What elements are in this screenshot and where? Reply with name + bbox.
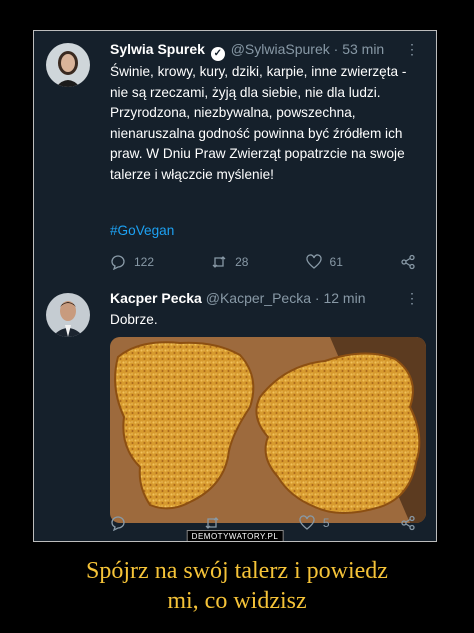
reply-count: 122 bbox=[134, 255, 155, 269]
caption-line-2: mi, co widzisz bbox=[167, 588, 307, 614]
author-name[interactable]: Sylwia Spurek bbox=[110, 41, 205, 57]
more-options-icon[interactable]: ⋮ bbox=[405, 290, 420, 307]
author-name[interactable]: Kacper Pecka bbox=[110, 290, 202, 306]
tweet-text: Świnie, krowy, kury, dziki, karpie, inne… bbox=[110, 62, 424, 185]
retweet-count: 28 bbox=[235, 255, 249, 269]
reply-icon bbox=[111, 255, 125, 270]
retweet-icon bbox=[205, 517, 219, 529]
share-icon bbox=[401, 254, 415, 270]
share-button[interactable] bbox=[400, 513, 416, 533]
more-options-icon[interactable]: ⋮ bbox=[405, 41, 420, 58]
heart-icon bbox=[305, 254, 322, 269]
reply-button[interactable] bbox=[110, 513, 134, 533]
like-button[interactable]: 61 bbox=[305, 252, 343, 272]
demotivator-frame: Sylwia Spurek ✓ @SylwiaSpurek · 53 min ⋮… bbox=[33, 30, 437, 542]
like-button[interactable]: 5 bbox=[299, 513, 330, 533]
like-count: 5 bbox=[322, 516, 330, 530]
tweet-body: Dobrze. bbox=[110, 312, 158, 327]
tweet-header: Sylwia Spurek ✓ @SylwiaSpurek · 53 min ⋮ bbox=[110, 41, 428, 61]
watermark: DEMOTYWATORY.PL bbox=[186, 530, 284, 541]
tweet-body: Świnie, krowy, kury, dziki, karpie, inne… bbox=[110, 64, 407, 182]
timestamp[interactable]: · 53 min bbox=[334, 41, 385, 57]
verified-icon: ✓ bbox=[210, 47, 225, 61]
retweet-icon bbox=[212, 256, 226, 268]
hashtag-link[interactable]: #GoVegan bbox=[110, 221, 424, 242]
avatar[interactable] bbox=[46, 293, 90, 337]
heart-icon bbox=[299, 515, 315, 530]
avatar[interactable] bbox=[46, 43, 90, 87]
cutlet-photo[interactable] bbox=[110, 337, 426, 523]
author-handle[interactable]: @SylwiaSpurek bbox=[231, 41, 330, 57]
like-count: 61 bbox=[329, 255, 343, 269]
share-button[interactable] bbox=[400, 252, 416, 272]
retweet-button[interactable]: 28 bbox=[211, 252, 248, 272]
tweet-actions: 122 28 61 bbox=[110, 252, 416, 272]
reply-button[interactable]: 122 bbox=[110, 252, 154, 272]
share-icon bbox=[401, 515, 415, 531]
demotivator-caption: Spójrz na swój talerz i powiedz mi, co w… bbox=[0, 556, 474, 616]
author-handle[interactable]: @Kacper_Pecka bbox=[206, 290, 311, 306]
tweet-header: Kacper Pecka @Kacper_Pecka · 12 min ⋮ bbox=[110, 290, 428, 310]
timestamp[interactable]: · 12 min bbox=[315, 290, 366, 306]
reply-icon bbox=[111, 516, 125, 531]
caption-line-1: Spójrz na swój talerz i powiedz bbox=[86, 558, 388, 584]
